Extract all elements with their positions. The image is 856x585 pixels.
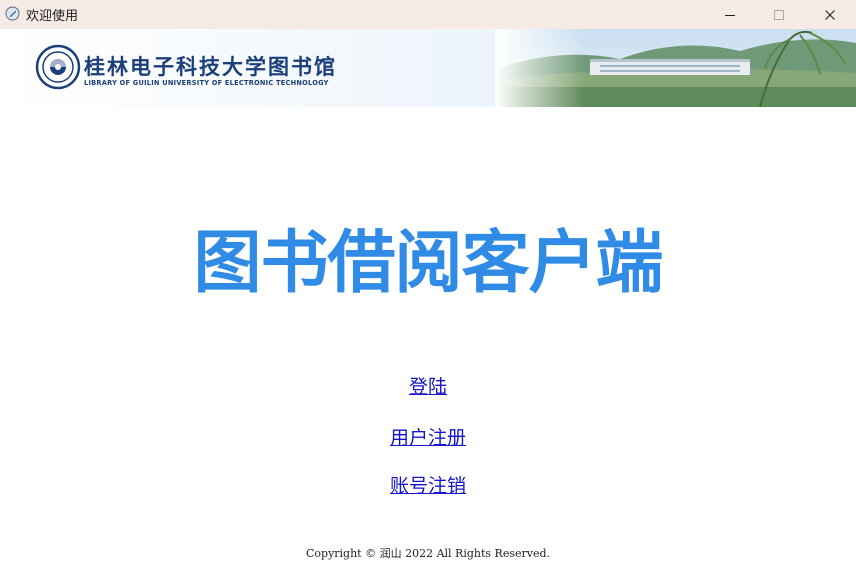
library-banner: 桂林电子科技大学图书馆 LIBRARY OF GUILIN UNIVERSITY… (0, 29, 856, 107)
minimize-icon (725, 14, 735, 16)
register-link[interactable]: 用户注册 (390, 427, 466, 449)
maximize-icon (774, 9, 784, 20)
cancel-account-link-row: 账号注销 (0, 471, 856, 498)
library-logo-english: LIBRARY OF GUILIN UNIVERSITY OF ELECTRON… (84, 79, 329, 87)
library-logo-chinese: 桂林电子科技大学图书馆 (84, 54, 337, 79)
close-button[interactable] (806, 0, 854, 29)
cancel-account-link[interactable]: 账号注销 (390, 475, 466, 497)
title-bar[interactable]: 欢迎使用 (0, 0, 856, 29)
university-emblem-icon (35, 44, 81, 90)
app-icon (5, 6, 20, 21)
copyright-footer: Copyright © 润山 2022 All Rights Reserved. (305, 547, 551, 560)
minimize-button[interactable] (706, 0, 754, 29)
window-title: 欢迎使用 (26, 9, 79, 24)
login-link[interactable]: 登陆 (409, 376, 447, 398)
maximize-button[interactable] (755, 0, 803, 29)
app-headline: 图书借阅客户端 (193, 223, 663, 303)
close-icon (825, 9, 835, 20)
register-link-row: 用户注册 (0, 423, 856, 450)
login-link-row: 登陆 (0, 372, 856, 399)
